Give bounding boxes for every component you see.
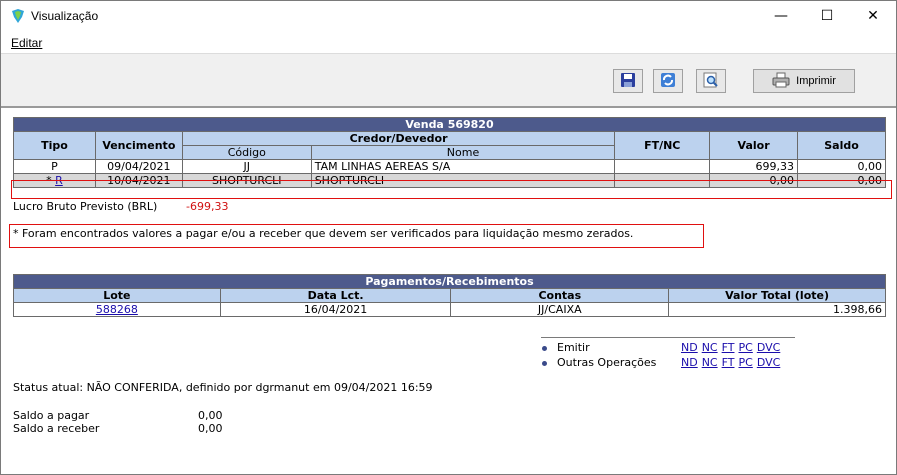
cell-valor-total: 1.398,66 xyxy=(668,302,886,317)
close-icon: ✕ xyxy=(867,8,879,24)
cell-codigo: JJ xyxy=(181,159,312,174)
saldo-pagar-value: 0,00 xyxy=(198,409,223,422)
outras-nd-link[interactable]: ND xyxy=(681,356,698,369)
save-button[interactable] xyxy=(613,69,643,93)
col-saldo: Saldo xyxy=(797,131,886,160)
col-nome: Nome xyxy=(310,145,616,160)
table-row: P 09/04/2021 JJ TAM LINHAS AEREAS S/A 69… xyxy=(13,159,886,174)
col-codigo: Código xyxy=(181,145,312,160)
close-button[interactable]: ✕ xyxy=(850,1,896,31)
visualizacao-window: Visualização — ☐ ✕ Editar Imprimir Venda… xyxy=(0,0,897,475)
status-text: Status atual: NÃO CONFERIDA, definido po… xyxy=(13,381,433,394)
maximize-icon: ☐ xyxy=(820,8,834,24)
outras-ft-link[interactable]: FT xyxy=(722,356,735,369)
profit-label: Lucro Bruto Previsto (BRL) xyxy=(13,200,158,213)
print-button[interactable]: Imprimir xyxy=(753,69,855,93)
cell-saldo: 0,00 xyxy=(797,159,886,174)
col-vencimento: Vencimento xyxy=(94,131,183,160)
cell-tipo: P xyxy=(13,159,96,174)
window-title: Visualização xyxy=(31,9,99,23)
outras-label-group: Outras Operações xyxy=(542,355,656,370)
emitir-label-group: Emitir xyxy=(542,340,590,355)
bullet-icon xyxy=(542,360,547,366)
magnifier-icon xyxy=(703,72,719,91)
cell-nome: TAM LINHAS AEREAS S/A xyxy=(310,159,616,174)
cell-contas: JJ/CAIXA xyxy=(450,302,670,317)
outras-label: Outras Operações xyxy=(557,356,657,369)
emitir-nd-link[interactable]: ND xyxy=(681,341,698,354)
col-valor: Valor xyxy=(709,131,799,160)
menu-editar[interactable]: Editar xyxy=(11,36,42,50)
emitir-dvc-link[interactable]: DVC xyxy=(757,341,780,354)
bullet-icon xyxy=(542,345,547,351)
operations-panel: Emitir ND NC FT PC DVC Outras Operações ND NC… xyxy=(541,337,795,370)
maximize-button[interactable]: ☐ xyxy=(804,1,850,31)
title-bar: Visualização — ☐ ✕ xyxy=(1,1,896,31)
emitir-label: Emitir xyxy=(557,341,590,354)
floppy-disk-icon xyxy=(620,72,636,91)
menu-bar: Editar xyxy=(1,33,896,54)
cell-vencimento: 09/04/2021 xyxy=(94,159,183,174)
outras-links: ND NC FT PC DVC xyxy=(681,355,784,370)
minimize-button[interactable]: — xyxy=(758,1,804,31)
sale-table: Venda 569820 Tipo Vencimento Credor/Deve… xyxy=(13,117,886,188)
preview-button[interactable] xyxy=(696,69,726,93)
emitir-row: Emitir ND NC FT PC DVC xyxy=(541,340,795,355)
toolbar: Imprimir xyxy=(1,54,896,108)
refresh-button[interactable] xyxy=(653,69,683,93)
menu-editar-label: Editar xyxy=(11,36,43,50)
emitir-ft-link[interactable]: FT xyxy=(722,341,735,354)
saldo-receber-label: Saldo a receber xyxy=(13,422,100,435)
cell-ftnc xyxy=(614,159,711,174)
lote-link[interactable]: 588268 xyxy=(96,304,138,316)
highlight-box-row xyxy=(11,180,892,199)
col-ftnc: FT/NC xyxy=(614,131,711,160)
saldo-receber-value: 0,00 xyxy=(198,422,223,435)
col-tipo: Tipo xyxy=(13,131,96,160)
col-contas: Contas xyxy=(450,288,670,303)
payments-caption: Pagamentos/Recebimentos xyxy=(13,274,886,289)
refresh-icon xyxy=(660,72,676,91)
content-area: Venda 569820 Tipo Vencimento Credor/Deve… xyxy=(1,108,896,474)
outras-row: Outras Operações ND NC FT PC DVC xyxy=(541,355,795,370)
cell-data: 16/04/2021 xyxy=(219,302,452,317)
warning-message: * Foram encontrados valores a pagar e/ou… xyxy=(13,227,634,240)
app-logo-icon xyxy=(10,8,26,24)
emitir-nc-link[interactable]: NC xyxy=(702,341,718,354)
col-credor-devedor: Credor/Devedor xyxy=(181,131,616,146)
outras-pc-link[interactable]: PC xyxy=(738,356,752,369)
col-valor-total: Valor Total (lote) xyxy=(668,288,886,303)
minimize-icon: — xyxy=(774,8,788,24)
col-data-lct: Data Lct. xyxy=(219,288,452,303)
col-lote: Lote xyxy=(13,288,221,303)
sale-caption: Venda 569820 xyxy=(13,117,886,132)
emitir-pc-link[interactable]: PC xyxy=(738,341,752,354)
table-row: 588268 16/04/2021 JJ/CAIXA 1.398,66 xyxy=(13,302,886,317)
outras-nc-link[interactable]: NC xyxy=(702,356,718,369)
cell-valor: 699,33 xyxy=(709,159,799,174)
emitir-links: ND NC FT PC DVC xyxy=(681,340,784,355)
printer-icon xyxy=(772,72,790,91)
cell-lote: 588268 xyxy=(13,302,221,317)
profit-value: -699,33 xyxy=(186,200,229,213)
outras-dvc-link[interactable]: DVC xyxy=(757,356,780,369)
saldo-pagar-label: Saldo a pagar xyxy=(13,409,90,422)
payments-table: Pagamentos/Recebimentos Lote Data Lct. C… xyxy=(13,274,886,317)
print-label: Imprimir xyxy=(796,75,836,87)
